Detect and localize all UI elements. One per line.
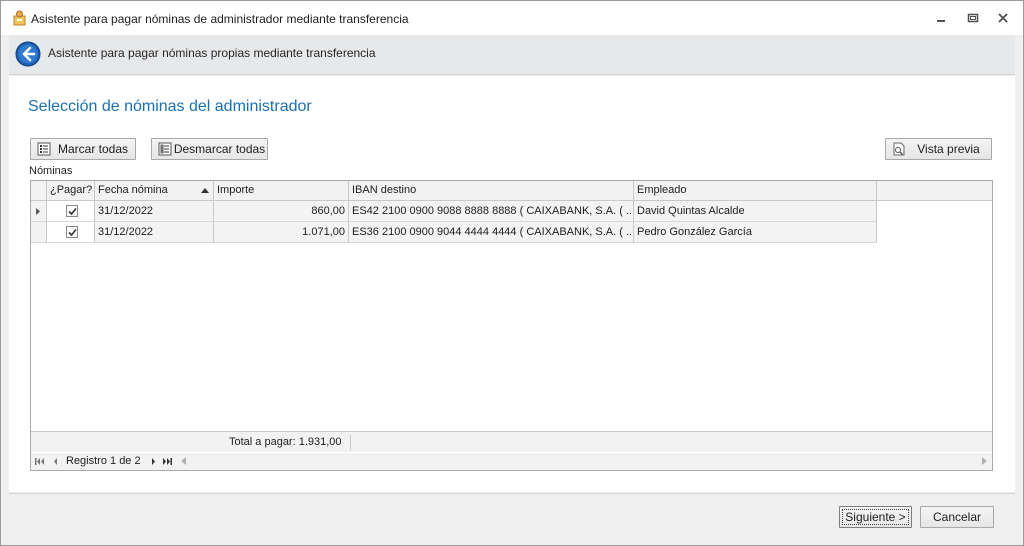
fecha-cell[interactable]: 31/12/2022 — [95, 222, 214, 243]
mark-all-button[interactable]: Marcar todas — [30, 138, 136, 160]
app-icon — [13, 10, 26, 26]
checklist-icon — [37, 142, 51, 156]
maximize-icon[interactable] — [966, 11, 980, 25]
checkmark-icon — [68, 228, 77, 237]
sort-ascending-icon — [201, 188, 209, 193]
preview-label: Vista previa — [917, 142, 980, 156]
previous-record-icon[interactable] — [50, 456, 61, 467]
grid-label: Nóminas — [29, 165, 73, 177]
next-button-label-wrap: Siguiente > — [840, 509, 911, 525]
row-indicator-header — [31, 181, 47, 200]
mark-all-label: Marcar todas — [57, 142, 129, 156]
next-button-label: Siguiente > — [842, 509, 909, 525]
first-record-icon[interactable] — [34, 456, 45, 467]
table-row[interactable]: 31/12/2022 860,00 ES42 2100 0900 9088 88… — [31, 201, 877, 222]
window-title: Asistente para pagar nóminas de administ… — [31, 12, 409, 26]
checklist-icon — [158, 142, 172, 156]
section-title: Selección de nóminas del administrador — [28, 98, 312, 115]
empleado-cell[interactable]: David Quintas Alcalde — [634, 201, 877, 222]
title-bar: Asistente para pagar nóminas de administ… — [1, 1, 1023, 35]
row-indicator — [31, 222, 47, 243]
preview-icon — [893, 142, 905, 156]
scroll-right-icon[interactable] — [982, 457, 987, 465]
iban-cell[interactable]: ES42 2100 0900 9088 8888 8888 ( CAIXABAN… — [349, 201, 634, 222]
preview-button[interactable]: Vista previa — [885, 138, 992, 160]
importe-cell[interactable]: 1.071,00 — [214, 222, 349, 243]
column-header-fecha-label: Fecha nómina — [98, 184, 168, 196]
pagar-checkbox[interactable] — [66, 205, 78, 217]
close-icon[interactable] — [996, 11, 1010, 25]
unmark-all-button[interactable]: Desmarcar todas — [151, 138, 268, 160]
record-counter: Registro 1 de 2 — [66, 455, 141, 467]
column-header-pagar[interactable]: ¿Pagar? — [47, 181, 95, 200]
checkmark-icon — [68, 207, 77, 216]
importe-cell[interactable]: 860,00 — [214, 201, 349, 222]
fecha-cell[interactable]: 31/12/2022 — [95, 201, 214, 222]
grid-summary-footer: Total a pagar: 1.931,00 — [31, 431, 992, 452]
wizard-window: Asistente para pagar nóminas de administ… — [0, 0, 1024, 546]
column-header-iban[interactable]: IBAN destino — [349, 181, 634, 200]
cancel-button[interactable]: Cancelar — [920, 506, 994, 528]
iban-cell[interactable]: ES36 2100 0900 9044 4444 4444 ( CAIXABAN… — [349, 222, 634, 243]
empleado-cell[interactable]: Pedro González García — [634, 222, 877, 243]
next-record-icon[interactable] — [148, 456, 159, 467]
payroll-grid[interactable]: ¿Pagar? Fecha nómina Importe IBAN destin… — [30, 180, 993, 471]
cancel-button-label: Cancelar — [932, 510, 982, 524]
wizard-header: Asistente para pagar nóminas propias med… — [9, 35, 1015, 75]
current-row-icon — [36, 208, 40, 215]
column-header-fecha[interactable]: Fecha nómina — [95, 181, 214, 200]
wizard-footer: Siguiente > Cancelar — [9, 493, 1015, 539]
pagar-checkbox[interactable] — [66, 226, 78, 238]
grid-header: ¿Pagar? Fecha nómina Importe IBAN destin… — [31, 181, 992, 201]
pagar-cell[interactable] — [47, 222, 95, 243]
row-indicator — [31, 201, 47, 222]
minimize-icon[interactable] — [934, 11, 948, 25]
last-record-icon[interactable] — [162, 456, 173, 467]
column-header-importe[interactable]: Importe — [214, 181, 349, 200]
pagar-cell[interactable] — [47, 201, 95, 222]
total-to-pay: Total a pagar: 1.931,00 — [229, 436, 342, 448]
footer-divider — [350, 435, 351, 450]
wizard-header-title: Asistente para pagar nóminas propias med… — [48, 46, 376, 60]
scroll-left-icon[interactable] — [181, 457, 186, 465]
record-navigator: Registro 1 de 2 — [31, 453, 992, 470]
table-row[interactable]: 31/12/2022 1.071,00 ES36 2100 0900 9044 … — [31, 222, 877, 243]
next-button[interactable]: Siguiente > — [839, 506, 912, 528]
wizard-content: Selección de nóminas del administrador M… — [9, 76, 1015, 492]
back-arrow-icon[interactable] — [15, 41, 41, 67]
column-header-empleado[interactable]: Empleado — [634, 181, 877, 200]
unmark-all-label: Desmarcar todas — [173, 142, 266, 156]
